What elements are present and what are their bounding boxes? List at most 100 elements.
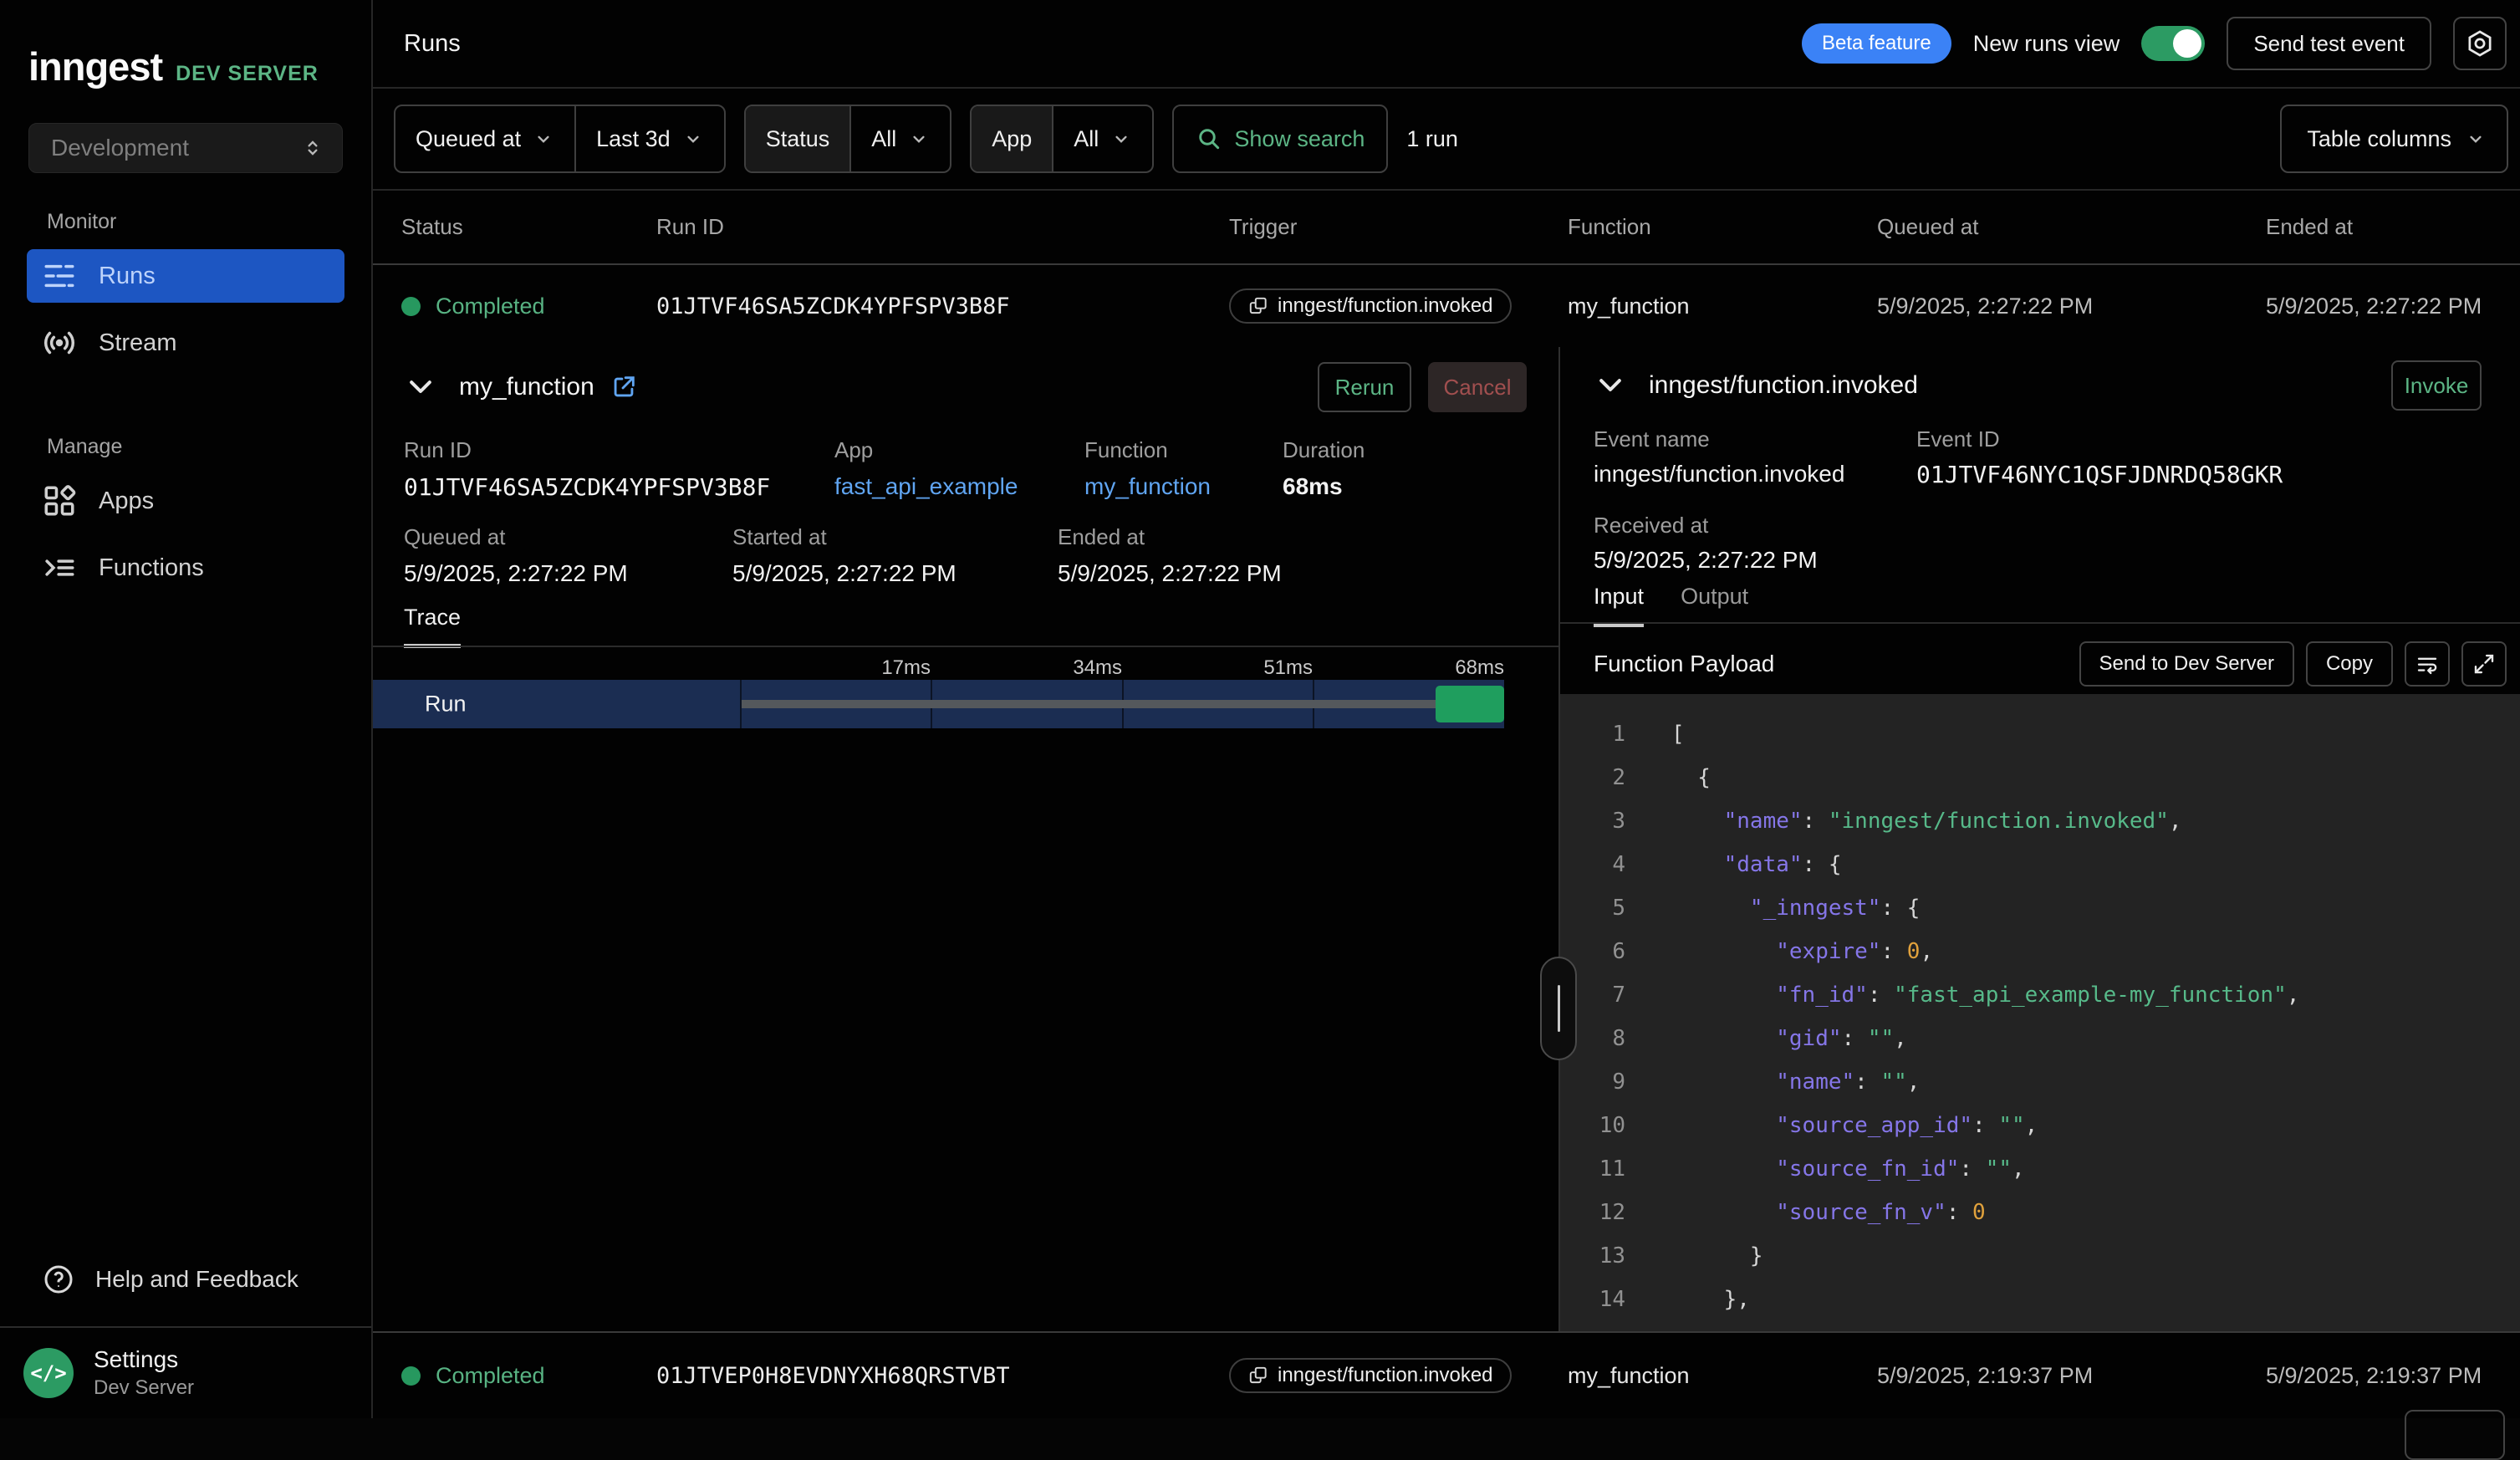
trigger-name: inngest/function.invoked bbox=[1278, 1364, 1493, 1387]
run-id-label: Run ID bbox=[404, 437, 770, 463]
pane-resize-handle[interactable] bbox=[1540, 957, 1577, 1060]
sidebar-item-runs[interactable]: Runs bbox=[27, 249, 344, 303]
run-count: 1 run bbox=[1406, 126, 1458, 152]
payload-code-editor[interactable]: 1[2 {3 "name": "inngest/function.invoked… bbox=[1560, 694, 2520, 1331]
send-test-event-button[interactable]: Send test event bbox=[2227, 17, 2431, 70]
run-status: Completed bbox=[401, 294, 656, 319]
column-header-function[interactable]: Function bbox=[1568, 214, 1877, 240]
column-header-run-id[interactable]: Run ID bbox=[656, 214, 1229, 240]
expand-button[interactable] bbox=[2461, 641, 2507, 687]
settings-button[interactable]: </> Settings Dev Server bbox=[0, 1326, 371, 1418]
runs-table-header: Status Run ID Trigger Function Queued at… bbox=[373, 191, 2520, 265]
nav-section-monitor: Monitor bbox=[47, 210, 344, 234]
event-id-label: Event ID bbox=[1916, 426, 2283, 452]
cancel-button[interactable]: Cancel bbox=[1428, 362, 1527, 412]
partially-visible-button[interactable] bbox=[2405, 1410, 2505, 1460]
field-app: App fast_api_example bbox=[834, 437, 1018, 500]
run-id: 01JTVEP0H8EVDNYXH68QRSTVBT bbox=[656, 1363, 1229, 1389]
word-wrap-icon bbox=[2415, 651, 2440, 676]
status-label: Completed bbox=[436, 294, 545, 319]
time-filter-group: Queued at Last 3d bbox=[394, 105, 726, 173]
ended-at-value: 5/9/2025, 2:19:37 PM bbox=[2266, 1363, 2520, 1389]
event-name-label: Event name bbox=[1594, 426, 1844, 452]
sidebar-item-functions[interactable]: Functions bbox=[27, 541, 344, 595]
runs-icon bbox=[42, 258, 77, 294]
collapse-chevron-icon[interactable] bbox=[404, 370, 437, 404]
received-at-label: Received at bbox=[1594, 513, 1818, 539]
external-link-icon[interactable] bbox=[610, 373, 638, 401]
payload-actions: Send to Dev Server Copy bbox=[2079, 641, 2507, 687]
app-link[interactable]: fast_api_example bbox=[834, 473, 1018, 500]
event-detail-pane: inngest/function.invoked Invoke Event na… bbox=[1558, 347, 2520, 1331]
table-columns-button[interactable]: Table columns bbox=[2280, 105, 2508, 173]
column-header-ended-at[interactable]: Ended at bbox=[2266, 214, 2520, 240]
event-squares-icon bbox=[1247, 295, 1269, 317]
run-id-value: 01JTVF46SA5ZCDK4YPFSPV3B8F bbox=[404, 473, 770, 501]
field-queued-at: Queued at 5/9/2025, 2:27:22 PM bbox=[404, 524, 628, 587]
event-name-value: inngest/function.invoked bbox=[1594, 461, 1844, 488]
sidebar-nav: Monitor Runs Stream Manage Apps Function… bbox=[0, 210, 371, 1263]
table-row[interactable]: Completed 01JTVEP0H8EVDNYXH68QRSTVBT inn… bbox=[373, 1331, 2520, 1418]
sidebar-bottom: Help and Feedback </> Settings Dev Serve… bbox=[0, 1263, 371, 1418]
sidebar-item-stream[interactable]: Stream bbox=[27, 316, 344, 370]
column-header-queued-at[interactable]: Queued at bbox=[1877, 214, 2266, 240]
function-link[interactable]: my_function bbox=[1084, 473, 1211, 500]
environment-select[interactable]: Development bbox=[28, 123, 343, 173]
ended-at-value: 5/9/2025, 2:27:22 PM bbox=[2266, 294, 2520, 319]
trace-run-row[interactable]: Run bbox=[373, 680, 1504, 728]
logo-dev-server-label: DEV SERVER bbox=[176, 62, 319, 86]
word-wrap-button[interactable] bbox=[2405, 641, 2450, 687]
app-filter-value[interactable]: All bbox=[1052, 106, 1152, 171]
new-runs-view-toggle[interactable] bbox=[2141, 26, 2205, 61]
tab-output[interactable]: Output bbox=[1681, 584, 1748, 627]
queued-at-filter-label: Queued at bbox=[416, 126, 521, 152]
send-to-dev-server-button[interactable]: Send to Dev Server bbox=[2079, 641, 2294, 687]
sidebar-item-label: Apps bbox=[99, 488, 154, 515]
started-at-value: 5/9/2025, 2:27:22 PM bbox=[732, 560, 956, 587]
show-search-button[interactable]: Show search bbox=[1172, 105, 1388, 173]
show-search-label: Show search bbox=[1234, 126, 1365, 152]
collapse-chevron-icon[interactable] bbox=[1594, 369, 1627, 402]
toggle-knob bbox=[2173, 29, 2201, 58]
event-title: inngest/function.invoked bbox=[1649, 371, 1918, 400]
search-icon bbox=[1196, 125, 1222, 152]
settings-gear-button[interactable] bbox=[2453, 17, 2507, 70]
time-range-filter[interactable]: Last 3d bbox=[574, 106, 724, 171]
trigger-name: inngest/function.invoked bbox=[1278, 294, 1493, 318]
app-label: App bbox=[834, 437, 1018, 463]
trace-queue-segment bbox=[742, 700, 1436, 708]
sidebar-item-label: Stream bbox=[99, 329, 176, 357]
copy-button[interactable]: Copy bbox=[2306, 641, 2393, 687]
status-label: Completed bbox=[436, 1363, 545, 1389]
rerun-button[interactable]: Rerun bbox=[1318, 362, 1411, 412]
duration-value: 68ms bbox=[1283, 473, 1365, 500]
settings-title: Settings bbox=[94, 1346, 194, 1373]
functions-icon bbox=[42, 550, 77, 585]
run-detail-pane: my_function Rerun Cancel Run ID 01JTVF46… bbox=[373, 347, 1558, 1331]
status-dot-completed bbox=[401, 297, 421, 316]
column-header-trigger[interactable]: Trigger bbox=[1229, 214, 1568, 240]
trace-tick-34ms: 34ms bbox=[1022, 656, 1122, 680]
run-detail-name: my_function bbox=[459, 373, 594, 401]
sidebar-item-apps[interactable]: Apps bbox=[27, 474, 344, 528]
event-header: inngest/function.invoked Invoke bbox=[1594, 359, 2482, 412]
run-detail-header: my_function Rerun Cancel bbox=[404, 360, 1527, 414]
nav-gap bbox=[27, 383, 344, 435]
column-header-status[interactable]: Status bbox=[401, 214, 656, 240]
status-filter-value[interactable]: All bbox=[849, 106, 950, 171]
invoke-button[interactable]: Invoke bbox=[2391, 360, 2482, 411]
function-name: my_function bbox=[1568, 1363, 1877, 1389]
tab-trace[interactable]: Trace bbox=[404, 605, 461, 648]
table-row[interactable]: Completed 01JTVF46SA5ZCDK4YPFSPV3B8F inn… bbox=[373, 265, 2520, 347]
trigger-pill[interactable]: inngest/function.invoked bbox=[1229, 1358, 1512, 1393]
help-and-feedback-label: Help and Feedback bbox=[95, 1266, 298, 1293]
help-and-feedback-button[interactable]: Help and Feedback bbox=[0, 1263, 371, 1326]
trigger-pill[interactable]: inngest/function.invoked bbox=[1229, 288, 1512, 324]
status-filter-label: Status bbox=[746, 106, 850, 171]
status-filter-group: Status All bbox=[744, 105, 952, 173]
tab-input[interactable]: Input bbox=[1594, 584, 1644, 627]
ended-at-value: 5/9/2025, 2:27:22 PM bbox=[1058, 560, 1282, 587]
help-icon bbox=[42, 1263, 75, 1296]
queued-at-filter[interactable]: Queued at bbox=[395, 106, 574, 171]
field-function: Function my_function bbox=[1084, 437, 1211, 500]
